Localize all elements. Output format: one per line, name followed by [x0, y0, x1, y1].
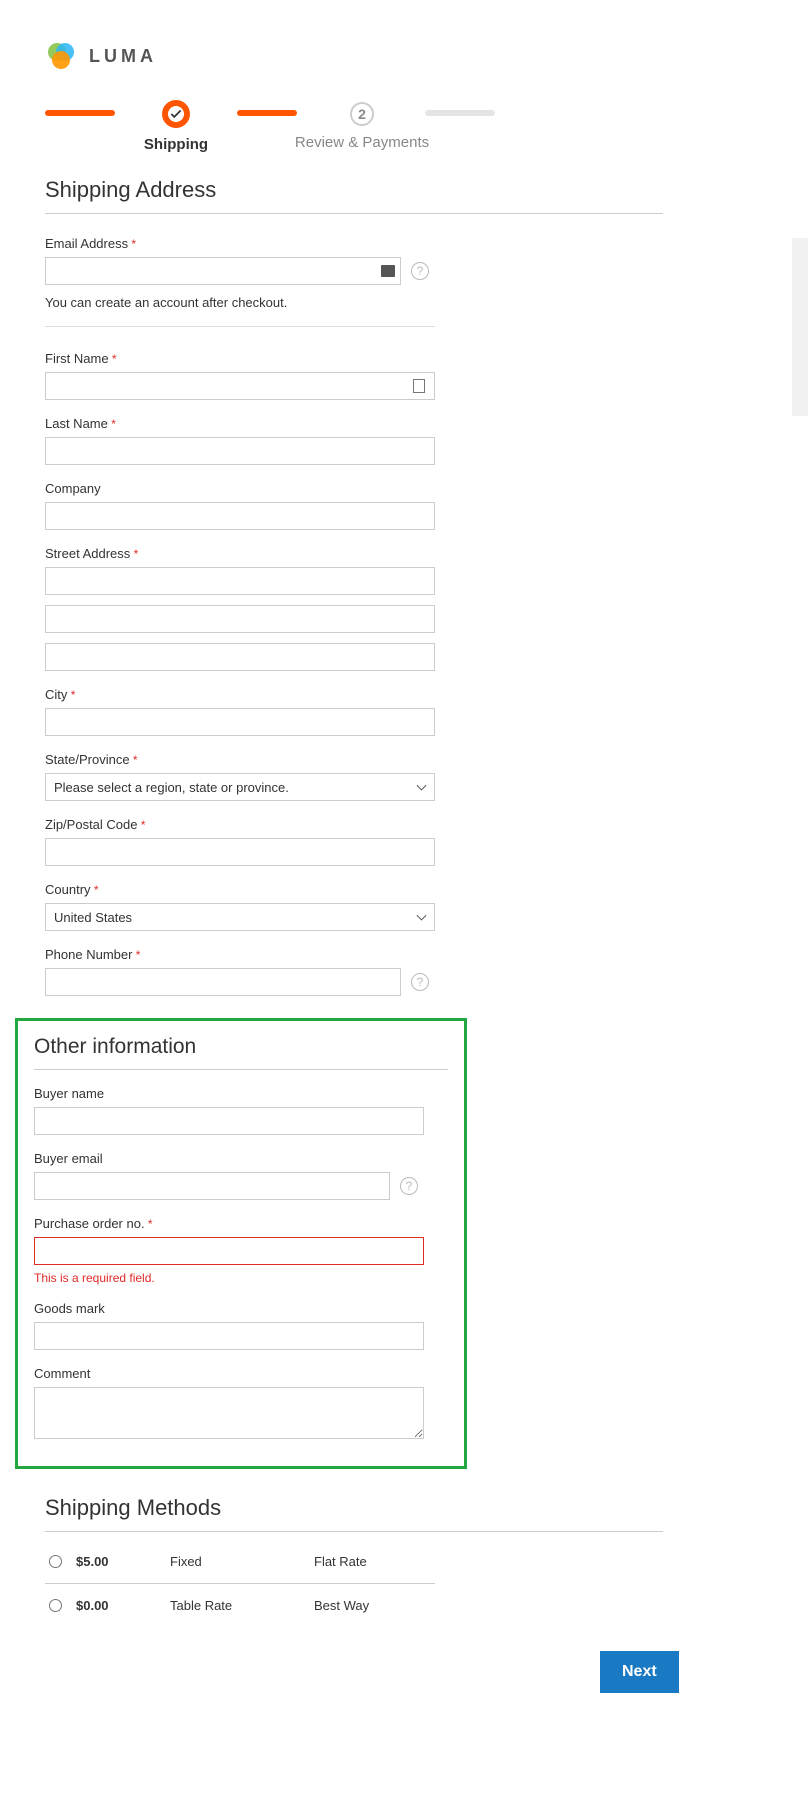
- help-icon[interactable]: ?: [400, 1177, 418, 1195]
- zip-field[interactable]: [45, 838, 435, 866]
- method-type: Table Rate: [170, 1598, 300, 1613]
- goods-mark-label: Goods mark: [34, 1301, 448, 1316]
- shipping-method-row[interactable]: $0.00 Table Rate Best Way: [45, 1584, 435, 1627]
- buyer-name-field[interactable]: [34, 1107, 424, 1135]
- state-label: State/Province: [45, 752, 435, 767]
- zip-label: Zip/Postal Code: [45, 817, 435, 832]
- street-field-3[interactable]: [45, 643, 435, 671]
- goods-mark-field[interactable]: [34, 1322, 424, 1350]
- logo[interactable]: LUMA: [45, 40, 675, 72]
- other-information-section: Other information Buyer name Buyer email…: [15, 1018, 467, 1469]
- scrollbar[interactable]: [792, 238, 808, 416]
- phone-field[interactable]: [45, 968, 401, 996]
- help-icon[interactable]: ?: [411, 973, 429, 991]
- email-hint: You can create an account after checkout…: [45, 295, 435, 310]
- contact-icon: [413, 379, 425, 393]
- first-name-field[interactable]: [45, 372, 435, 400]
- company-label: Company: [45, 481, 435, 496]
- shipping-method-radio-bestway[interactable]: [49, 1599, 62, 1612]
- checkout-progress: Shipping 2 Review & Payments: [45, 100, 675, 153]
- help-icon[interactable]: ?: [411, 262, 429, 280]
- brand-text: LUMA: [89, 46, 157, 67]
- company-field[interactable]: [45, 502, 435, 530]
- last-name-field[interactable]: [45, 437, 435, 465]
- next-button[interactable]: Next: [600, 1651, 679, 1693]
- email-field[interactable]: [45, 257, 401, 285]
- check-icon: [169, 107, 183, 121]
- method-carrier: Best Way: [314, 1598, 431, 1613]
- buyer-name-label: Buyer name: [34, 1086, 448, 1101]
- shipping-address-title: Shipping Address: [45, 177, 663, 214]
- city-field[interactable]: [45, 708, 435, 736]
- street-field-1[interactable]: [45, 567, 435, 595]
- step2-label: Review & Payments: [295, 134, 429, 151]
- purchase-order-field[interactable]: [34, 1237, 424, 1265]
- step1-circle: [162, 100, 190, 128]
- buyer-email-field[interactable]: [34, 1172, 390, 1200]
- comment-field[interactable]: [34, 1387, 424, 1439]
- country-select[interactable]: United States: [45, 903, 435, 931]
- progress-step-shipping[interactable]: Shipping: [101, 100, 251, 153]
- city-label: City: [45, 687, 435, 702]
- progress-bar-right: [425, 110, 495, 116]
- progress-step-review[interactable]: 2 Review & Payments: [287, 102, 437, 151]
- street-field-2[interactable]: [45, 605, 435, 633]
- state-select[interactable]: Please select a region, state or provinc…: [45, 773, 435, 801]
- method-carrier: Flat Rate: [314, 1554, 431, 1569]
- method-price: $5.00: [76, 1554, 156, 1569]
- po-error: This is a required field.: [34, 1271, 448, 1285]
- step1-label: Shipping: [144, 136, 208, 153]
- email-label: Email Address: [45, 236, 435, 251]
- luma-logo-icon: [45, 40, 77, 72]
- method-type: Fixed: [170, 1554, 300, 1569]
- buyer-email-label: Buyer email: [34, 1151, 448, 1166]
- shipping-method-radio-flatrate[interactable]: [49, 1555, 62, 1568]
- last-name-label: Last Name: [45, 416, 435, 431]
- country-label: Country: [45, 882, 435, 897]
- comment-label: Comment: [34, 1366, 448, 1381]
- method-price: $0.00: [76, 1598, 156, 1613]
- phone-label: Phone Number: [45, 947, 435, 962]
- shipping-methods-title: Shipping Methods: [45, 1495, 663, 1532]
- step2-circle: 2: [350, 102, 374, 126]
- divider: [45, 326, 435, 327]
- keyboard-icon: [381, 265, 395, 277]
- other-info-title: Other information: [34, 1035, 448, 1070]
- street-label: Street Address: [45, 546, 435, 561]
- shipping-method-row[interactable]: $5.00 Fixed Flat Rate: [45, 1540, 435, 1584]
- first-name-label: First Name: [45, 351, 435, 366]
- po-label: Purchase order no.: [34, 1216, 448, 1231]
